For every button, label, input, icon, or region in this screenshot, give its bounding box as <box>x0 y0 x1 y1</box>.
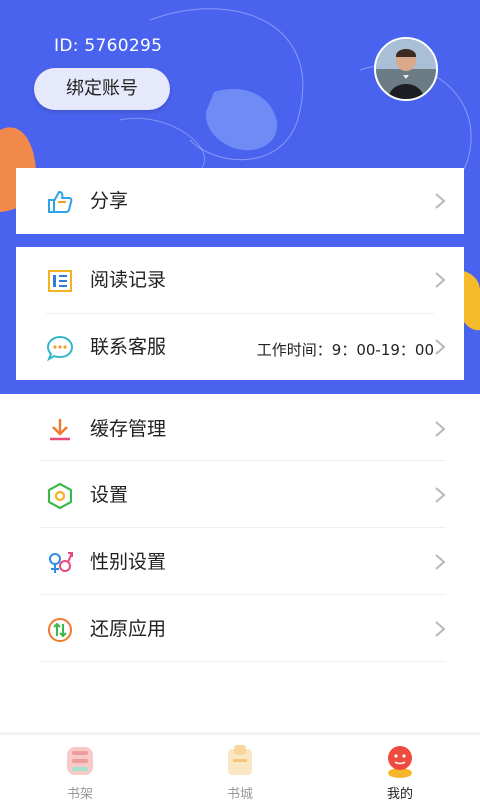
gender-settings-label: 性别设置 <box>90 551 167 573</box>
tab-bookshelf-label: 书架 <box>66 787 93 800</box>
chevron-right-icon <box>435 554 446 570</box>
share-card: 分享 <box>16 168 464 234</box>
chevron-right-icon <box>435 339 446 355</box>
tab-bookstore-label: 书城 <box>226 787 253 800</box>
menu-item-settings[interactable]: 设置 <box>0 462 480 528</box>
divider <box>40 460 446 461</box>
menu-item-gender-settings[interactable]: 性别设置 <box>0 529 480 595</box>
user-id: ID: 5760295 <box>54 36 163 56</box>
bookshelf-icon <box>67 747 93 775</box>
divider <box>40 527 446 528</box>
hexagon-settings-icon <box>47 482 73 510</box>
avatar[interactable] <box>374 37 438 101</box>
profile-icon <box>388 746 412 778</box>
settings-list: 缓存管理 设置 性别设置 还原应用 <box>0 394 480 732</box>
chevron-right-icon <box>435 272 446 288</box>
divider <box>40 661 446 662</box>
work-hours-text: 工作时间：9：00-19：00 <box>256 341 434 359</box>
chevron-right-icon <box>435 487 446 503</box>
tab-bookstore[interactable]: 书城 <box>200 741 280 800</box>
cache-management-label: 缓存管理 <box>90 418 167 440</box>
tab-profile[interactable]: 我的 <box>360 741 440 800</box>
chevron-right-icon <box>435 621 446 637</box>
chevron-right-icon <box>435 421 446 437</box>
bind-account-button[interactable]: 绑定账号 <box>34 68 170 110</box>
gender-icon <box>49 552 73 573</box>
bookstore-icon <box>228 745 252 775</box>
tab-bookshelf[interactable]: 书架 <box>40 741 120 800</box>
menu-item-cache-management[interactable]: 缓存管理 <box>0 396 480 462</box>
settings-label: 设置 <box>90 484 129 506</box>
chat-icon <box>46 335 74 362</box>
menu-item-reading-history[interactable]: 阅读记录 <box>16 247 464 313</box>
tab-profile-label: 我的 <box>386 787 413 800</box>
menu-item-restore-app[interactable]: 还原应用 <box>0 596 480 662</box>
records-card: 阅读记录 联系客服 工作时间：9：00-19：00 <box>16 247 464 380</box>
divider <box>40 594 446 595</box>
bottom-tab-bar: 书架 书城 我的 <box>0 734 480 800</box>
chevron-right-icon <box>435 193 446 209</box>
restore-app-label: 还原应用 <box>90 618 167 640</box>
thumbs-up-icon <box>48 191 73 213</box>
customer-service-label: 联系客服 <box>90 336 167 358</box>
download-icon <box>50 419 70 441</box>
restore-icon <box>48 618 72 642</box>
menu-item-customer-service[interactable]: 联系客服 工作时间：9：00-19：00 <box>16 314 464 380</box>
menu-item-share[interactable]: 分享 <box>16 168 464 234</box>
share-label: 分享 <box>90 190 129 212</box>
reading-history-label: 阅读记录 <box>90 269 167 291</box>
list-icon <box>48 270 72 292</box>
